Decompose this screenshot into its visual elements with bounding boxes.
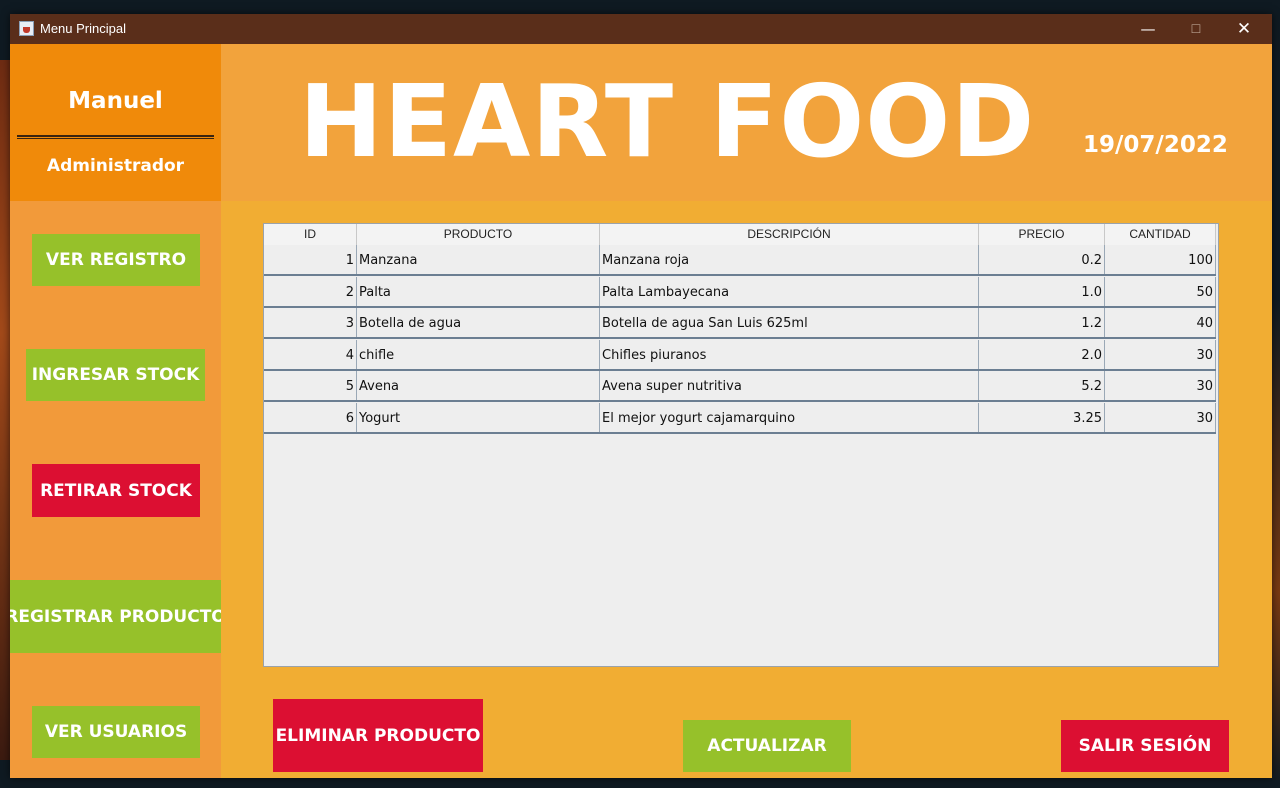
table-row[interactable]: 3 Botella de agua Botella de agua San Luis… bbox=[264, 308, 1216, 339]
cell-producto[interactable]: chifle bbox=[357, 339, 600, 369]
cell-descripcion[interactable]: El mejor yogurt cajamarquino bbox=[600, 402, 979, 432]
java-app-icon bbox=[19, 21, 34, 36]
user-role: Administrador bbox=[46, 156, 185, 176]
cell-precio[interactable]: 0.2 bbox=[979, 245, 1105, 274]
actualizar-button[interactable]: ACTUALIZAR bbox=[683, 720, 851, 772]
user-name: Manuel bbox=[68, 88, 163, 114]
current-date: 19/07/2022 bbox=[1083, 132, 1228, 158]
cell-descripcion[interactable]: Avena super nutritiva bbox=[600, 371, 979, 400]
column-header-precio[interactable]: PRECIO bbox=[979, 224, 1105, 245]
column-header-producto[interactable]: PRODUCTO bbox=[357, 224, 600, 245]
cell-descripcion[interactable]: Botella de agua San Luis 625ml bbox=[600, 308, 979, 337]
table-row[interactable]: 1 Manzana Manzana roja 0.2 100 bbox=[264, 245, 1216, 276]
cell-id[interactable]: 5 bbox=[264, 371, 357, 400]
cell-cantidad[interactable]: 40 bbox=[1105, 308, 1216, 337]
cell-precio[interactable]: 2.0 bbox=[979, 339, 1105, 369]
ver-registro-button[interactable]: VER REGISTRO bbox=[32, 234, 200, 286]
table-row[interactable]: 2 Palta Palta Lambayecana 1.0 50 bbox=[264, 276, 1216, 308]
cell-producto[interactable]: Palta bbox=[357, 276, 600, 306]
column-header-cantidad[interactable]: CANTIDAD bbox=[1105, 224, 1216, 245]
cell-precio[interactable]: 3.25 bbox=[979, 402, 1105, 432]
header: HEART FOOD 19/07/2022 bbox=[221, 44, 1272, 201]
cell-descripcion[interactable]: Chifles piuranos bbox=[600, 339, 979, 369]
column-header-descripcion[interactable]: DESCRIPCIÓN bbox=[600, 224, 979, 245]
window-title: Menu Principal bbox=[40, 21, 126, 36]
close-button[interactable]: ✕ bbox=[1221, 14, 1267, 44]
salir-sesion-button[interactable]: SALIR SESIÓN bbox=[1061, 720, 1229, 772]
sidebar: Manuel Administrador VER REGISTRO INGRES… bbox=[10, 44, 226, 778]
column-header-id[interactable]: ID bbox=[264, 224, 357, 245]
user-panel: Manuel Administrador bbox=[10, 44, 221, 201]
cell-cantidad[interactable]: 50 bbox=[1105, 276, 1216, 306]
table-header: ID PRODUCTO DESCRIPCIÓN PRECIO CANTIDAD bbox=[264, 224, 1216, 246]
cell-producto[interactable]: Manzana bbox=[357, 245, 600, 274]
cell-descripcion[interactable]: Manzana roja bbox=[600, 245, 979, 274]
cell-precio[interactable]: 1.2 bbox=[979, 308, 1105, 337]
title-bar[interactable]: Menu Principal — ☐ ✕ bbox=[10, 14, 1272, 44]
ingresar-stock-button[interactable]: INGRESAR STOCK bbox=[26, 349, 205, 401]
divider bbox=[17, 135, 214, 139]
eliminar-producto-button[interactable]: ELIMINAR PRODUCTO bbox=[273, 699, 483, 772]
maximize-button[interactable]: ☐ bbox=[1173, 14, 1219, 44]
cell-id[interactable]: 6 bbox=[264, 402, 357, 432]
cell-cantidad[interactable]: 30 bbox=[1105, 402, 1216, 432]
cell-id[interactable]: 2 bbox=[264, 276, 357, 306]
table-row[interactable]: 4 chifle Chifles piuranos 2.0 30 bbox=[264, 339, 1216, 371]
table-row[interactable]: 6 Yogurt El mejor yogurt cajamarquino 3.25 3… bbox=[264, 402, 1216, 434]
cell-producto[interactable]: Yogurt bbox=[357, 402, 600, 432]
cell-precio[interactable]: 1.0 bbox=[979, 276, 1105, 306]
registrar-producto-button[interactable]: REGISTRAR PRODUCTO bbox=[10, 580, 226, 653]
cell-descripcion[interactable]: Palta Lambayecana bbox=[600, 276, 979, 306]
products-table[interactable]: ID PRODUCTO DESCRIPCIÓN PRECIO CANTIDAD … bbox=[263, 223, 1219, 667]
main-window: Menu Principal — ☐ ✕ Manuel Administrado… bbox=[10, 14, 1272, 778]
table-row[interactable]: 5 Avena Avena super nutritiva 5.2 30 bbox=[264, 371, 1216, 402]
cell-producto[interactable]: Botella de agua bbox=[357, 308, 600, 337]
cell-id[interactable]: 3 bbox=[264, 308, 357, 337]
cell-id[interactable]: 1 bbox=[264, 245, 357, 274]
ver-usuarios-button[interactable]: VER USUARIOS bbox=[32, 706, 200, 758]
brand-title: HEART FOOD bbox=[299, 63, 1036, 180]
cell-cantidad[interactable]: 30 bbox=[1105, 339, 1216, 369]
cell-precio[interactable]: 5.2 bbox=[979, 371, 1105, 400]
cell-producto[interactable]: Avena bbox=[357, 371, 600, 400]
main-content: ID PRODUCTO DESCRIPCIÓN PRECIO CANTIDAD … bbox=[221, 201, 1272, 778]
cell-cantidad[interactable]: 30 bbox=[1105, 371, 1216, 400]
cell-id[interactable]: 4 bbox=[264, 339, 357, 369]
cell-cantidad[interactable]: 100 bbox=[1105, 245, 1216, 274]
retirar-stock-button[interactable]: RETIRAR STOCK bbox=[32, 464, 200, 517]
minimize-button[interactable]: — bbox=[1125, 14, 1171, 44]
